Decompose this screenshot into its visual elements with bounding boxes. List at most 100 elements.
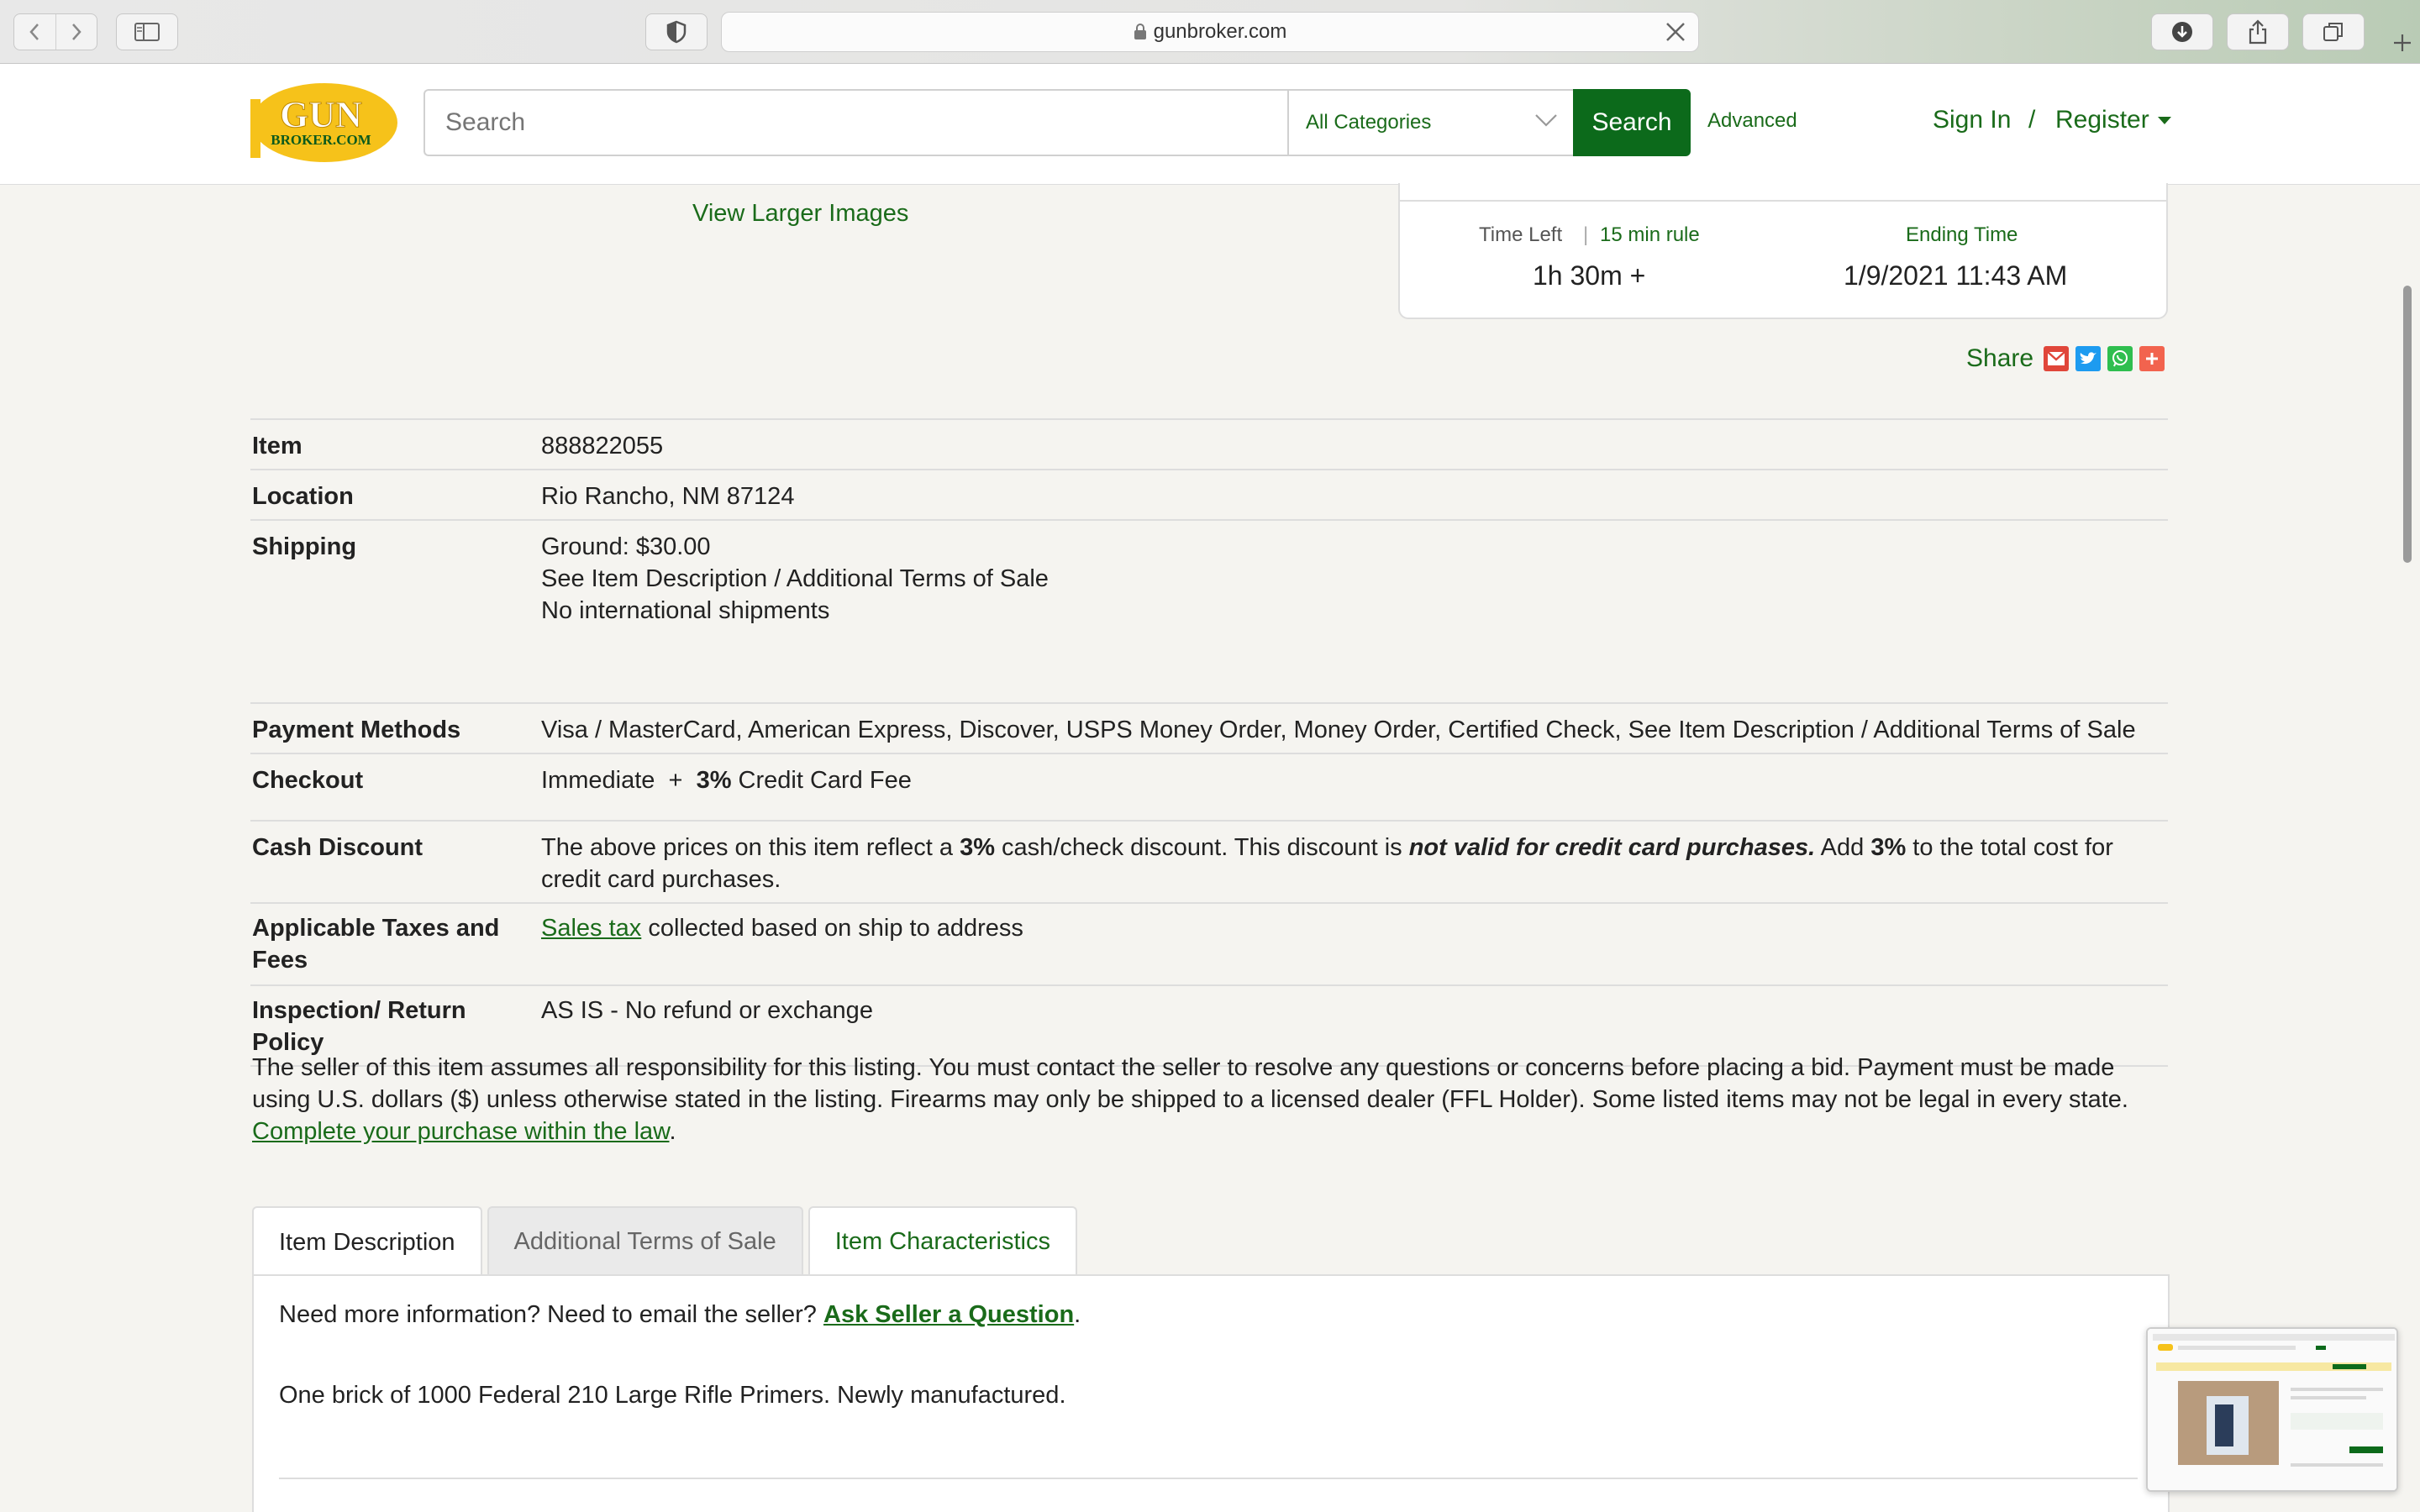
taxes-value: Sales tax collected based on ship to add… [541, 912, 2163, 944]
shipping-label: Shipping [252, 533, 357, 560]
cash-discount-value: The above prices on this item reflect a … [541, 832, 2163, 895]
share-icon [2249, 19, 2267, 45]
taxes-label: Applicable Taxes and Fees [252, 915, 500, 974]
cash-text-3: Add [1815, 834, 1871, 861]
address-bar[interactable]: gunbroker.com [721, 12, 1699, 52]
search-button[interactable]: Search [1573, 89, 1691, 156]
page-preview-thumbnail[interactable] [2146, 1327, 2398, 1492]
lock-icon [1134, 24, 1146, 39]
shipping-international: No international shipments [541, 597, 830, 624]
sign-in-link[interactable]: Sign In [1933, 106, 2011, 134]
twitter-icon [2080, 352, 2097, 365]
cash-emphasis: not valid for credit card purchases. [1408, 834, 1816, 861]
download-icon [2172, 22, 2192, 42]
detail-row-taxes: Applicable Taxes and Fees Sales tax coll… [250, 902, 2168, 984]
plus-icon [2394, 34, 2411, 51]
time-left-separator: | [1583, 223, 1589, 246]
shield-icon [666, 20, 687, 44]
ask-suffix: . [1074, 1301, 1081, 1328]
detail-row-cash-discount: Cash Discount The above prices on this i… [250, 820, 2168, 902]
item-label: Item [252, 433, 302, 459]
item-description-panel: Need more information? Need to email the… [252, 1274, 2170, 1512]
item-description-text: One brick of 1000 Federal 210 Large Rifl… [279, 1382, 1066, 1409]
tab-item-characteristics[interactable]: Item Characteristics [808, 1206, 1077, 1275]
listing-details-table: Item 888822055 Location Rio Rancho, NM 8… [250, 418, 2168, 1067]
sidebar-icon [134, 23, 160, 41]
shipping-ground: Ground: $30.00 [541, 533, 711, 560]
logo-text-broker: BROKER.COM [271, 132, 371, 148]
caret-down-icon [2157, 116, 2171, 124]
share-page-button[interactable] [2227, 13, 2289, 50]
cash-text-2: cash/check discount. This discount is [995, 834, 1409, 861]
back-button[interactable] [14, 14, 55, 50]
shipping-terms: See Item Description / Additional Terms … [541, 565, 1049, 592]
checkout-fee-percent: 3% [696, 767, 732, 794]
ask-prefix: Need more information? Need to email the… [279, 1301, 823, 1328]
time-box-divider [1400, 200, 2166, 202]
whatsapp-share-button[interactable] [2107, 346, 2133, 371]
forward-button[interactable] [55, 14, 97, 50]
new-tab-button[interactable] [2385, 22, 2420, 64]
ask-seller-link[interactable]: Ask Seller a Question [823, 1301, 1074, 1328]
site-header: GUN BROKER.COM All Categories Search Adv… [0, 64, 2420, 185]
page-scrollbar[interactable] [2403, 286, 2412, 563]
advanced-search-link[interactable]: Advanced [1707, 109, 1797, 133]
taxes-rest: collected based on ship to address [641, 915, 1023, 942]
item-number: 888822055 [541, 433, 664, 459]
tab-item-description[interactable]: Item Description [252, 1206, 482, 1277]
category-selected: All Categories [1306, 111, 1432, 134]
gmail-icon [2047, 351, 2065, 365]
detail-row-checkout: Checkout Immediate + 3% Credit Card Fee [250, 753, 2168, 820]
sales-tax-link[interactable]: Sales tax [541, 915, 641, 942]
share-row: Share [1966, 344, 2165, 373]
chevron-down-icon [1535, 114, 1557, 127]
downloads-button[interactable] [2151, 13, 2213, 50]
time-left-label: Time Left [1479, 223, 1563, 246]
location-value: Rio Rancho, NM 87124 [541, 483, 795, 510]
privacy-report-button[interactable] [645, 13, 708, 50]
view-larger-images-link[interactable]: View Larger Images [692, 200, 908, 228]
disclaimer-text: The seller of this item assumes all resp… [252, 1054, 2128, 1113]
category-dropdown[interactable]: All Categories [1287, 89, 1575, 156]
panel-divider [279, 1478, 2138, 1479]
checkout-label: Checkout [252, 767, 364, 794]
gunbroker-logo[interactable]: GUN BROKER.COM [250, 81, 398, 165]
history-nav [13, 13, 97, 50]
detail-row-item: Item 888822055 [250, 418, 2168, 469]
tab-additional-terms[interactable]: Additional Terms of Sale [487, 1206, 803, 1275]
checkout-value: Immediate + 3% Credit Card Fee [541, 764, 2163, 796]
detail-row-location: Location Rio Rancho, NM 87124 [250, 469, 2168, 519]
chevron-right-icon [71, 24, 82, 40]
twitter-share-button[interactable] [2075, 346, 2102, 371]
sidebar-toggle-button[interactable] [116, 13, 178, 50]
auction-time-box: Time Left | 15 min rule 1h 30m + Ending … [1398, 183, 2168, 319]
inspection-label: Inspection/ Return Policy [252, 997, 466, 1056]
time-left-value: 1h 30m + [1533, 260, 1646, 291]
complete-purchase-law-link[interactable]: Complete your purchase within the law [252, 1118, 669, 1145]
search-input[interactable] [424, 89, 1289, 156]
tab-overview-button[interactable] [2302, 13, 2365, 50]
payment-label: Payment Methods [252, 717, 461, 743]
fifteen-min-rule-link[interactable]: 15 min rule [1600, 223, 1700, 247]
register-label: Register [2055, 106, 2149, 134]
seller-disclaimer: The seller of this item assumes all resp… [252, 1052, 2170, 1147]
gmail-share-button[interactable] [2044, 346, 2070, 371]
browser-toolbar: gunbroker.com [0, 0, 2420, 64]
register-dropdown[interactable]: Register [2055, 106, 2171, 134]
checkout-suffix: Credit Card Fee [731, 767, 912, 794]
stop-loading-button[interactable] [1665, 21, 1686, 49]
url-text: gunbroker.com [1153, 20, 1287, 43]
ask-seller-line: Need more information? Need to email the… [279, 1301, 1081, 1329]
whatsapp-icon [2112, 350, 2128, 367]
inspection-value: AS IS - No refund or exchange [541, 997, 873, 1024]
auth-separator: / [2028, 106, 2036, 134]
location-label: Location [252, 483, 354, 510]
ending-time-label: Ending Time [1906, 223, 2018, 246]
description-tabs: Item Description Additional Terms of Sal… [252, 1206, 1082, 1277]
checkout-prefix: Immediate + [541, 767, 697, 794]
logo-text-gun: GUN [280, 94, 362, 135]
more-share-button[interactable] [2139, 346, 2165, 371]
tabs-icon [2323, 23, 2343, 41]
chevron-left-icon [29, 24, 39, 40]
share-label: Share [1966, 344, 2034, 372]
